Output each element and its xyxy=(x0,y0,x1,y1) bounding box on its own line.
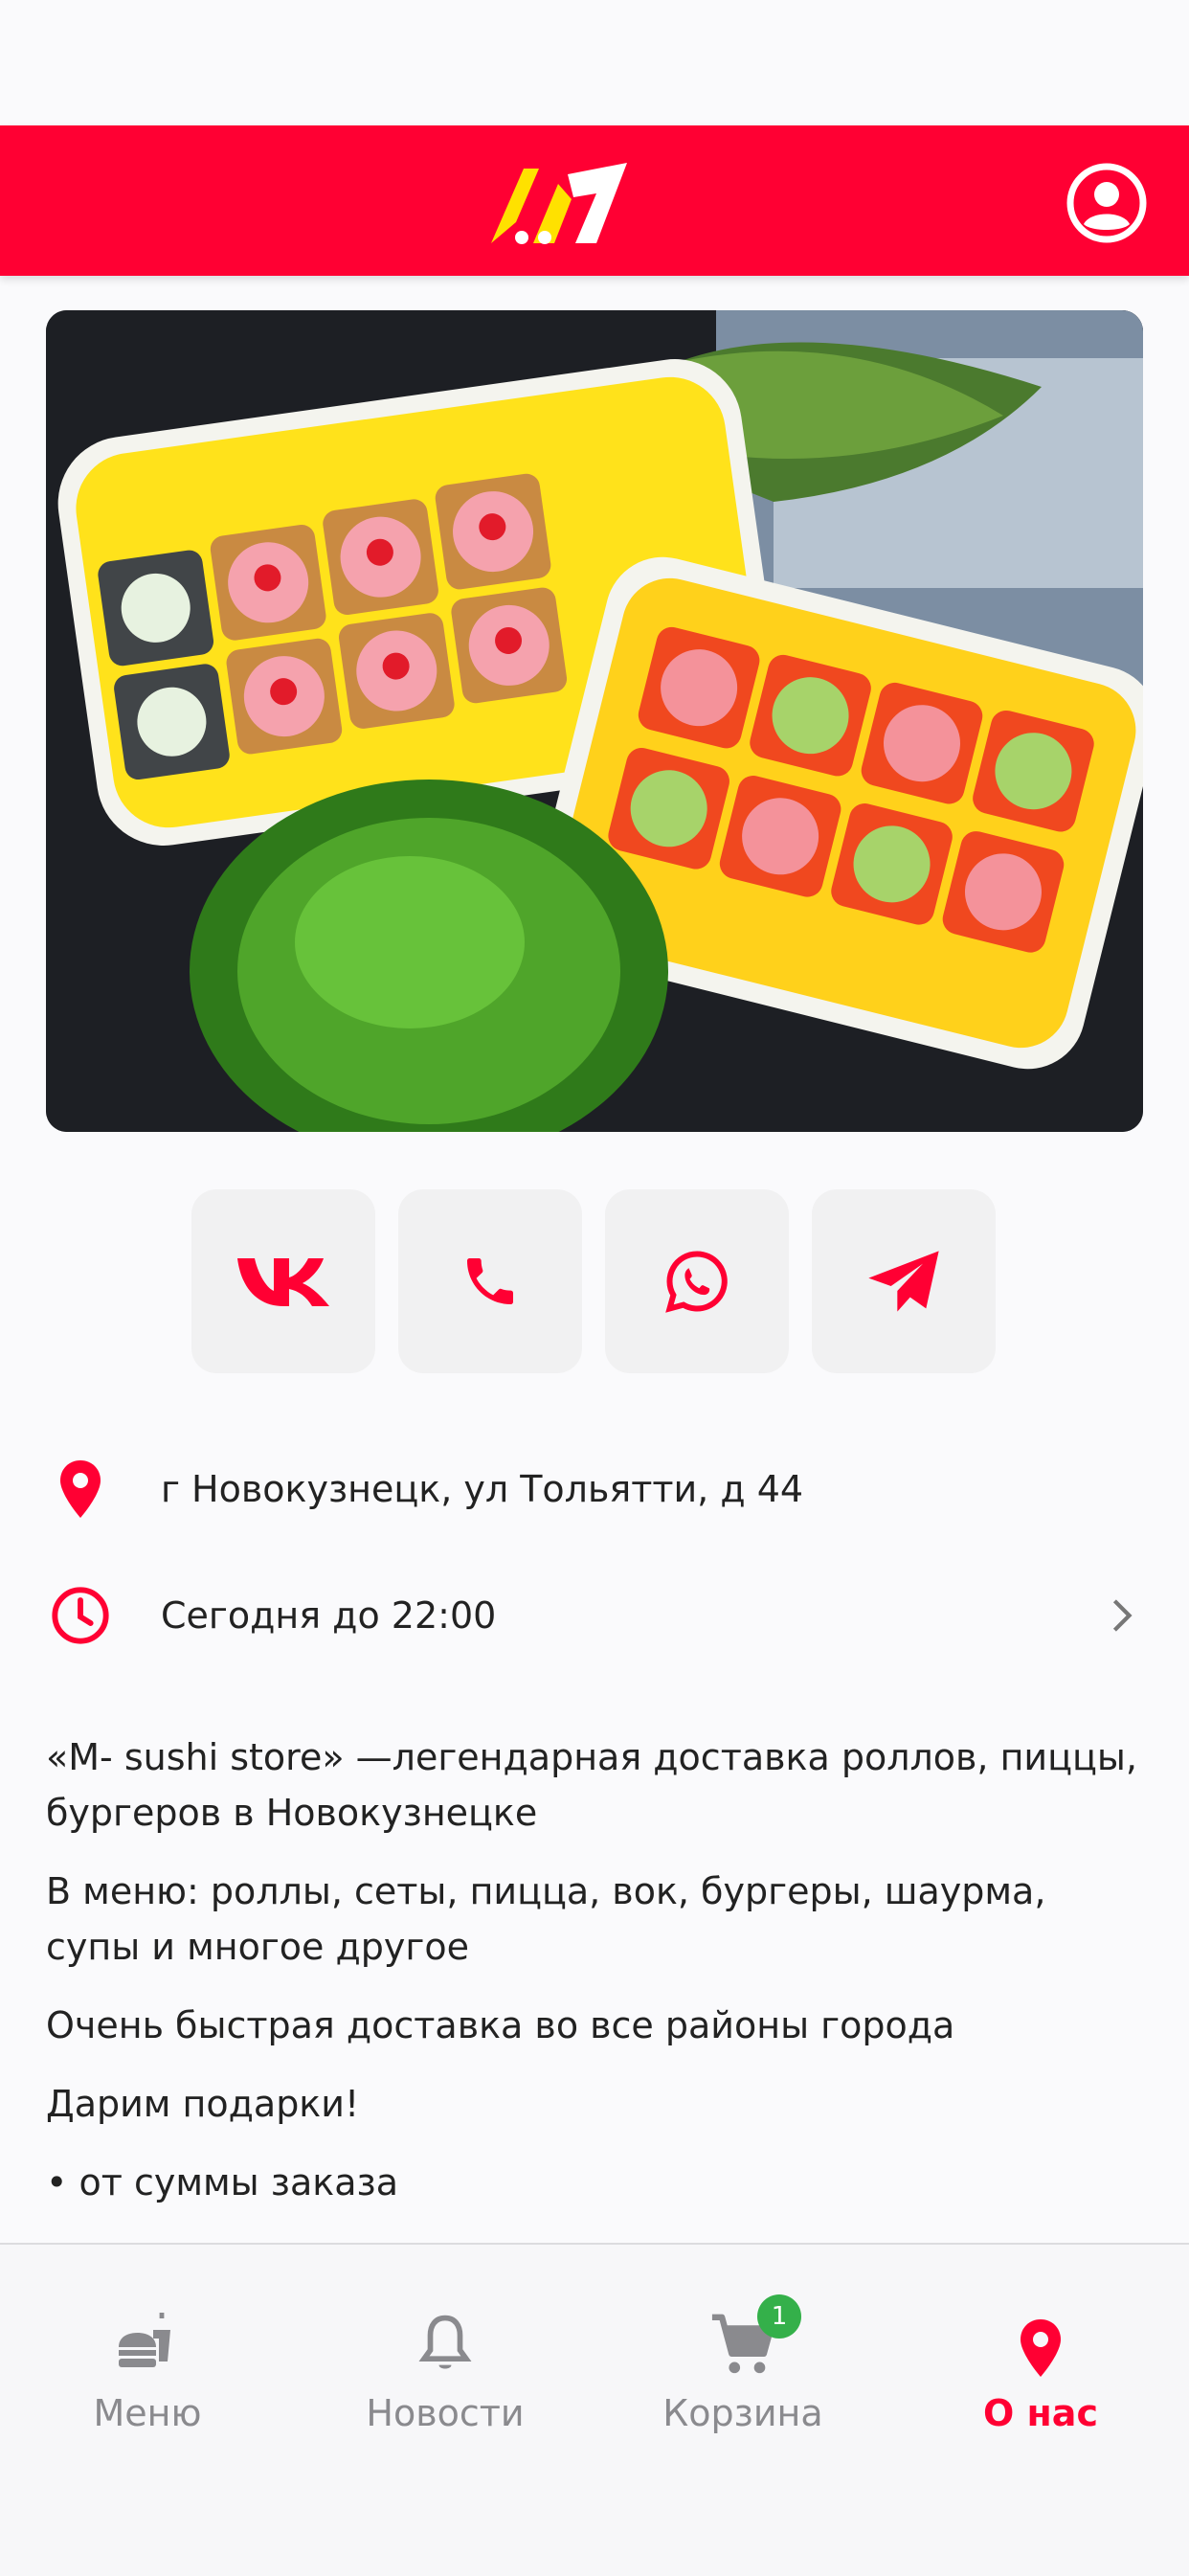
tab-menu-label: Меню xyxy=(93,2392,202,2434)
address-text: г Новокузнецк, ул Тольятти, д 44 xyxy=(161,1468,804,1510)
location-pin-icon xyxy=(46,1458,115,1520)
phone-button[interactable] xyxy=(398,1189,582,1373)
vk-button[interactable] xyxy=(191,1189,375,1373)
cart-count-badge: 1 xyxy=(757,2294,801,2339)
tab-about[interactable]: О нас xyxy=(926,2302,1155,2434)
tab-news-label: Новости xyxy=(366,2392,525,2434)
telegram-icon xyxy=(868,1251,939,1312)
tab-about-label: О нас xyxy=(983,2392,1098,2434)
hours-row[interactable]: Сегодня до 22:00 xyxy=(46,1572,1143,1659)
location-pin-icon xyxy=(926,2302,1155,2379)
description-paragraph: В меню: роллы, сеты, пицца, вок, бургеры… xyxy=(46,1870,1046,1968)
address-row[interactable]: г Новокузнецк, ул Тольятти, д 44 xyxy=(46,1446,1143,1532)
vk-icon xyxy=(237,1258,329,1306)
description-paragraph: Очень быстрая доставка во все районы гор… xyxy=(46,2004,955,2046)
about-description: «M- sushi store» —легендарная доставка р… xyxy=(46,1729,1143,2233)
description-paragraph: • от суммы заказа xyxy=(46,2161,398,2203)
fastfood-icon xyxy=(33,2302,262,2379)
hero-image xyxy=(46,310,1143,1132)
brand-logo[interactable] xyxy=(483,155,637,251)
tab-cart-label: Корзина xyxy=(662,2392,823,2434)
hours-text: Сегодня до 22:00 xyxy=(161,1594,497,1637)
phone-icon xyxy=(467,1258,513,1304)
tab-cart[interactable]: Корзина 1 xyxy=(628,2294,858,2434)
profile-icon xyxy=(1066,163,1147,243)
bottom-tab-bar: Меню Новости Корзина 1 О нас xyxy=(0,2243,1189,2576)
description-paragraph: Дарим подарки! xyxy=(46,2083,360,2125)
social-links xyxy=(191,1189,996,1373)
cart-icon xyxy=(628,2302,858,2379)
whatsapp-button[interactable] xyxy=(605,1189,789,1373)
whatsapp-icon xyxy=(665,1251,728,1313)
telegram-button[interactable] xyxy=(812,1189,996,1373)
description-paragraph: «M- sushi store» —легендарная доставка р… xyxy=(46,1736,1137,1834)
status-bar xyxy=(0,0,1189,125)
tab-news[interactable]: Новости xyxy=(330,2302,560,2434)
chevron-right-icon xyxy=(1110,1597,1133,1638)
profile-button[interactable] xyxy=(1065,161,1149,245)
clock-icon xyxy=(46,1585,115,1646)
tab-menu[interactable]: Меню xyxy=(33,2302,262,2434)
bell-icon xyxy=(330,2302,560,2379)
